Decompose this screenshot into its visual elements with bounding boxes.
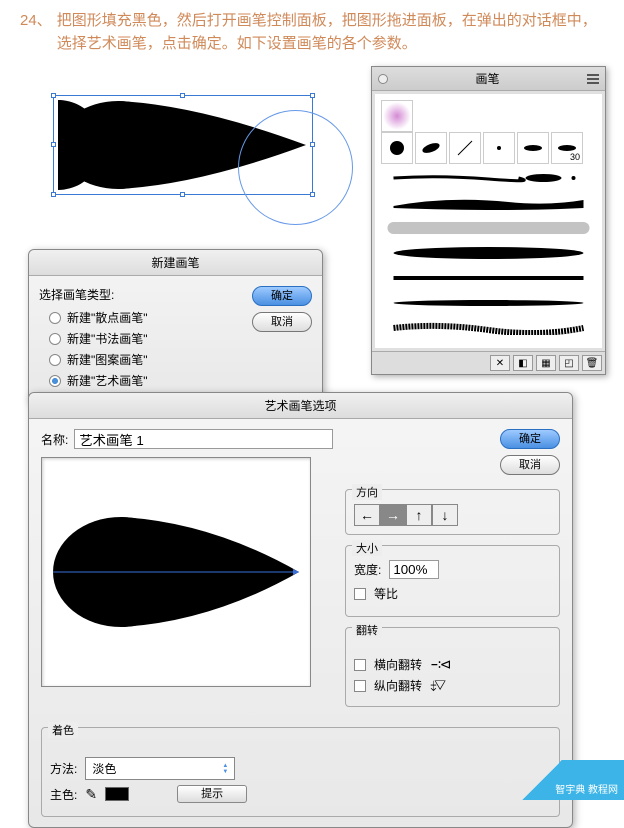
brush-type-group: 选择画笔类型: 新建"散点画笔" 新建"书法画笔" 新建"图案画笔" 新建"艺术… xyxy=(39,286,242,393)
brush-stroke-preview[interactable] xyxy=(383,242,594,264)
radio-icon xyxy=(49,312,61,324)
dialog-title: 艺术画笔选项 xyxy=(29,393,572,419)
art-brush-options-dialog: 艺术画笔选项 名称: 确定 取消 方向 xyxy=(28,392,573,828)
close-icon[interactable] xyxy=(378,74,388,84)
ok-button[interactable]: 确定 xyxy=(500,429,560,449)
size-fieldset: 大小 宽度: 等比 xyxy=(345,545,560,617)
flip-horizontal-label: 横向翻转 xyxy=(374,656,422,673)
canvas-area[interactable] xyxy=(28,90,358,240)
new-brush-dialog: 新建画笔 选择画笔类型: 新建"散点画笔" 新建"书法画笔" 新建"图案画笔" … xyxy=(28,249,323,404)
trash-icon[interactable]: 🗑 xyxy=(582,355,602,371)
flip-vertical-label: 纵向翻转 xyxy=(374,677,422,694)
brush-thumbnail[interactable] xyxy=(415,132,447,164)
group-label: 选择画笔类型: xyxy=(39,286,242,303)
flip-fieldset: 翻转 横向翻转 ∹⊲ 纵向翻转 ⤈▽ xyxy=(345,627,560,707)
dialog-title: 新建画笔 xyxy=(29,250,322,276)
brush-stroke-preview[interactable] xyxy=(383,192,594,214)
radio-icon xyxy=(49,375,61,387)
resize-handle[interactable] xyxy=(180,192,185,197)
brush-stroke-preview[interactable] xyxy=(383,167,594,189)
radio-scatter-brush[interactable]: 新建"散点画笔" xyxy=(49,309,242,326)
panel-title: 画笔 xyxy=(475,70,499,87)
resize-handle[interactable] xyxy=(51,93,56,98)
brush-libraries-icon[interactable]: ▦ xyxy=(536,355,556,371)
brush-thumbnail[interactable] xyxy=(483,132,515,164)
brush-thumbnail[interactable] xyxy=(381,132,413,164)
tint-fieldset: 着色 方法: 淡色 ▲▼ 主色: ✎ 提示 xyxy=(41,727,560,817)
direction-right-button[interactable]: → xyxy=(380,504,406,526)
brush-thumbnail[interactable] xyxy=(449,132,481,164)
resize-handle[interactable] xyxy=(180,93,185,98)
resize-handle[interactable] xyxy=(51,142,56,147)
cancel-button[interactable]: 取消 xyxy=(252,312,312,332)
brush-stroke-preview[interactable] xyxy=(383,217,594,239)
brush-thumbnail[interactable]: 30 xyxy=(551,132,583,164)
flip-vertical-checkbox[interactable] xyxy=(354,680,366,692)
proportional-checkbox[interactable] xyxy=(354,588,366,600)
brush-thumbnail[interactable] xyxy=(517,132,549,164)
panel-header[interactable]: 画笔 xyxy=(372,67,605,91)
method-label: 方法: xyxy=(50,760,77,777)
brushes-panel[interactable]: 画笔 30 ✕ ◧ ▦ ◰ 🗑 xyxy=(371,66,606,375)
remove-stroke-icon[interactable]: ✕ xyxy=(490,355,510,371)
step-number: 24、 xyxy=(20,10,52,55)
preview-shape xyxy=(51,512,301,632)
flip-horizontal-checkbox[interactable] xyxy=(354,659,366,671)
flip-vertical-icon: ⤈▽ xyxy=(430,677,444,694)
new-brush-icon[interactable]: ◰ xyxy=(559,355,579,371)
direction-left-button[interactable]: ← xyxy=(354,504,380,526)
radial-brush-icon xyxy=(383,102,411,130)
watermark: 智宇典 教程网 xyxy=(494,760,624,800)
ok-button[interactable]: 确定 xyxy=(252,286,312,306)
direction-up-button[interactable]: ↑ xyxy=(406,504,432,526)
radio-calligraphy-brush[interactable]: 新建"书法画笔" xyxy=(49,330,242,347)
tint-method-select[interactable]: 淡色 ▲▼ xyxy=(85,757,235,780)
flip-horizontal-icon: ∹⊲ xyxy=(430,656,449,673)
brush-list[interactable]: 30 xyxy=(375,94,602,348)
brush-thumbnail[interactable] xyxy=(381,100,413,132)
resize-handle[interactable] xyxy=(51,192,56,197)
resize-handle[interactable] xyxy=(310,93,315,98)
brush-stroke-preview[interactable] xyxy=(383,317,594,339)
key-color-swatch[interactable] xyxy=(105,787,129,801)
tip-button[interactable]: 提示 xyxy=(177,785,247,803)
proportional-label: 等比 xyxy=(374,585,398,602)
step-instruction: 24、 把图形填充黑色，然后打开画笔控制面板，把图形拖进面板，在弹出的对话框中，… xyxy=(0,0,624,60)
panel-menu-icon[interactable] xyxy=(587,74,599,84)
radio-art-brush[interactable]: 新建"艺术画笔" xyxy=(49,372,242,389)
width-input[interactable] xyxy=(389,560,439,579)
width-label: 宽度: xyxy=(354,561,381,578)
cancel-button[interactable]: 取消 xyxy=(500,455,560,475)
name-label: 名称: xyxy=(41,431,68,448)
direction-down-button[interactable]: ↓ xyxy=(432,504,458,526)
brush-stroke-preview[interactable] xyxy=(383,267,594,289)
radio-icon xyxy=(49,354,61,366)
brush-preview xyxy=(41,457,311,687)
panel-footer: ✕ ◧ ▦ ◰ 🗑 xyxy=(372,351,605,374)
direction-fieldset: 方向 ← → ↑ ↓ xyxy=(345,489,560,535)
brush-name-input[interactable] xyxy=(74,429,333,449)
circle-path[interactable] xyxy=(238,110,353,225)
step-body: 把图形填充黑色，然后打开画笔控制面板，把图形拖进面板，在弹出的对话框中，选择艺术… xyxy=(57,10,604,55)
radio-icon xyxy=(49,333,61,345)
brush-options-icon[interactable]: ◧ xyxy=(513,355,533,371)
brush-stroke-preview[interactable] xyxy=(383,292,594,314)
select-arrows-icon: ▲▼ xyxy=(222,763,228,775)
radio-pattern-brush[interactable]: 新建"图案画笔" xyxy=(49,351,242,368)
